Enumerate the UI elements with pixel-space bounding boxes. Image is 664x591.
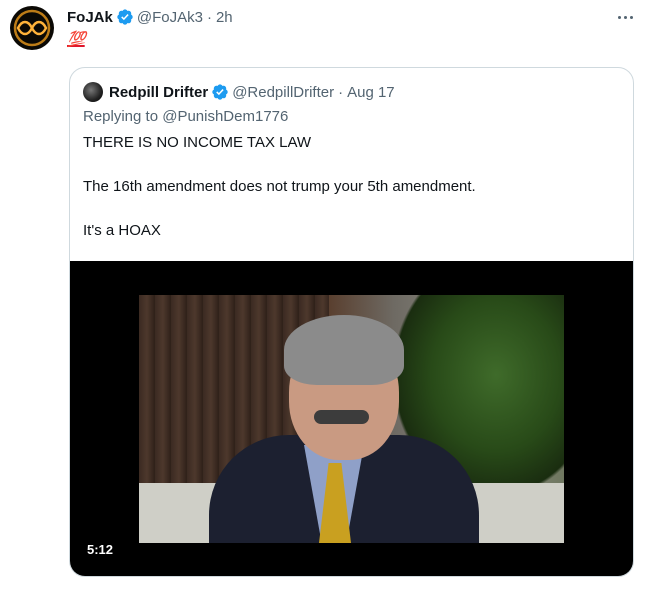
quoted-tweet-header: Redpill Drifter @RedpillDrifter · Aug 17 [83, 81, 395, 103]
video-thumbnail [139, 295, 564, 543]
avatar-logo-icon [11, 7, 53, 49]
quoted-date: Aug 17 [347, 83, 395, 101]
video-player[interactable]: 5:12 [70, 261, 633, 576]
more-options-icon[interactable] [614, 8, 636, 26]
author-avatar[interactable] [10, 6, 54, 50]
replying-prefix: Replying to [83, 108, 159, 125]
tweet-timestamp[interactable]: 2h [216, 9, 233, 26]
author-handle[interactable]: @FoJAk3 [137, 9, 203, 26]
tweet-body: 💯 [67, 30, 86, 52]
separator-dot: · [338, 83, 344, 101]
video-duration-badge: 5:12 [83, 540, 118, 560]
separator-dot: · [206, 8, 212, 26]
author-name[interactable]: FoJAk [67, 9, 113, 26]
verified-badge-icon [212, 84, 228, 100]
verified-badge-icon[interactable] [116, 8, 134, 26]
quoted-text-line: THERE IS NO INCOME TAX LAW [83, 134, 312, 151]
hundred-points-emoji: 💯 [67, 30, 86, 48]
quoted-author-avatar [83, 82, 103, 102]
replying-to-line: Replying to @PunishDem1776 [83, 108, 288, 125]
quoted-tweet[interactable]: Redpill Drifter @RedpillDrifter · Aug 17… [69, 67, 634, 577]
quoted-text-line: The 16th amendment does not trump your 5… [83, 178, 476, 195]
tweet-header: FoJAk @FoJAk3 · 2h [67, 6, 233, 28]
quoted-author-handle: @RedpillDrifter [232, 83, 335, 101]
quoted-text-line: It's a HOAX [83, 222, 161, 239]
quoted-author-name: Redpill Drifter [109, 83, 209, 101]
replying-to-mention: @PunishDem1776 [162, 108, 289, 125]
tweet: FoJAk @FoJAk3 · 2h 💯 Redpill Drifter @Re… [0, 0, 664, 591]
